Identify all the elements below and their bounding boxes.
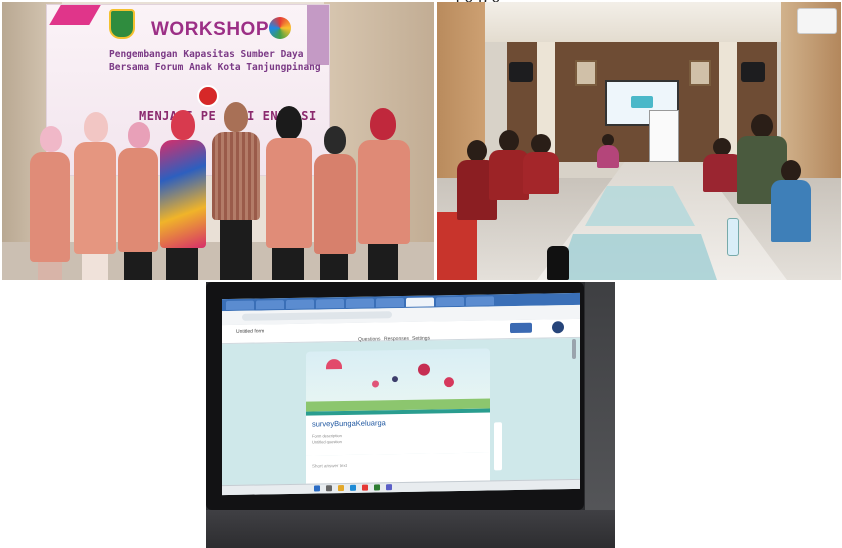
person-7 — [312, 126, 358, 280]
app-icon — [374, 484, 380, 491]
banner-subtitle-line2: Bersama Forum Anak Kota Tanjungpinang — [109, 62, 321, 73]
banner-corner-decoration — [307, 5, 329, 65]
form-doc-title: Untitled form — [236, 328, 265, 335]
question-answer-label: Short answer text — [312, 462, 348, 469]
start-icon — [314, 485, 320, 492]
presentation-logo-icon — [631, 96, 653, 108]
conference-microphone — [547, 246, 569, 280]
tab-questions: Questions — [358, 336, 381, 343]
browser-tab — [226, 300, 254, 311]
form-side-toolbar — [494, 422, 502, 471]
tab-settings: Settings — [412, 335, 431, 342]
speaker-left — [509, 62, 533, 82]
chrome-icon — [362, 484, 368, 491]
attendee — [597, 134, 619, 168]
meeting-room-photo — [437, 2, 841, 280]
person-8 — [356, 108, 412, 280]
tab-responses: Responses — [384, 335, 410, 343]
browser-tab-active — [406, 297, 434, 307]
table-glass-panel — [557, 234, 717, 280]
flipchart-board — [649, 110, 679, 162]
city-emblem-icon — [109, 9, 135, 39]
browser-tab — [376, 297, 404, 308]
browser-tab — [346, 298, 374, 308]
person-5 — [210, 102, 262, 280]
banner-stripe-decoration — [49, 5, 101, 25]
attendee — [771, 160, 811, 242]
banner-title: WORKSHOP — [151, 19, 269, 40]
app-icon — [386, 484, 392, 491]
wall-portrait — [689, 60, 711, 86]
form-title-card — [306, 408, 490, 456]
air-conditioner — [797, 8, 837, 34]
browser-tab — [466, 296, 494, 306]
banner-subtitle-line1: Pengembangan Kapasitas Sumber Daya — [109, 49, 304, 60]
laptop-form-photo: Untitled form Questions Responses Settin… — [206, 282, 615, 548]
red-chair — [437, 212, 477, 280]
person-2 — [72, 112, 118, 280]
page-scrollbar — [572, 338, 576, 360]
laptop-keyboard-base — [206, 510, 615, 548]
form-description-line: Untitled question — [312, 439, 342, 445]
rainbow-icon — [326, 359, 342, 370]
browser-tab — [286, 299, 314, 310]
form-description: Form description Untitled question — [312, 433, 342, 446]
water-bottle — [727, 218, 739, 256]
speaker-right — [741, 62, 765, 82]
forum-logo-icon — [269, 17, 291, 39]
browser-tab — [316, 298, 344, 309]
browser-tab — [256, 300, 284, 310]
attendee — [523, 134, 559, 194]
folder-icon — [338, 484, 344, 492]
laptop-bezel: Untitled form Questions Responses Settin… — [206, 282, 584, 510]
workshop-group-photo: WORKSHOP Pengembangan Kapasitas Sumber D… — [2, 2, 434, 280]
os-taskbar — [222, 478, 580, 496]
browser-tab — [436, 296, 464, 307]
person-6 — [264, 106, 314, 280]
search-icon — [326, 485, 332, 492]
form-title: surveyBungaKeluarga — [312, 418, 386, 429]
background-wall — [585, 282, 615, 548]
person-3 — [116, 122, 160, 280]
person-1 — [28, 126, 72, 280]
send-button — [510, 322, 532, 334]
person-4 — [158, 110, 208, 280]
wall-portrait — [575, 60, 597, 86]
laptop-screen: Untitled form Questions Responses Settin… — [222, 292, 580, 496]
edge-icon — [350, 484, 356, 491]
